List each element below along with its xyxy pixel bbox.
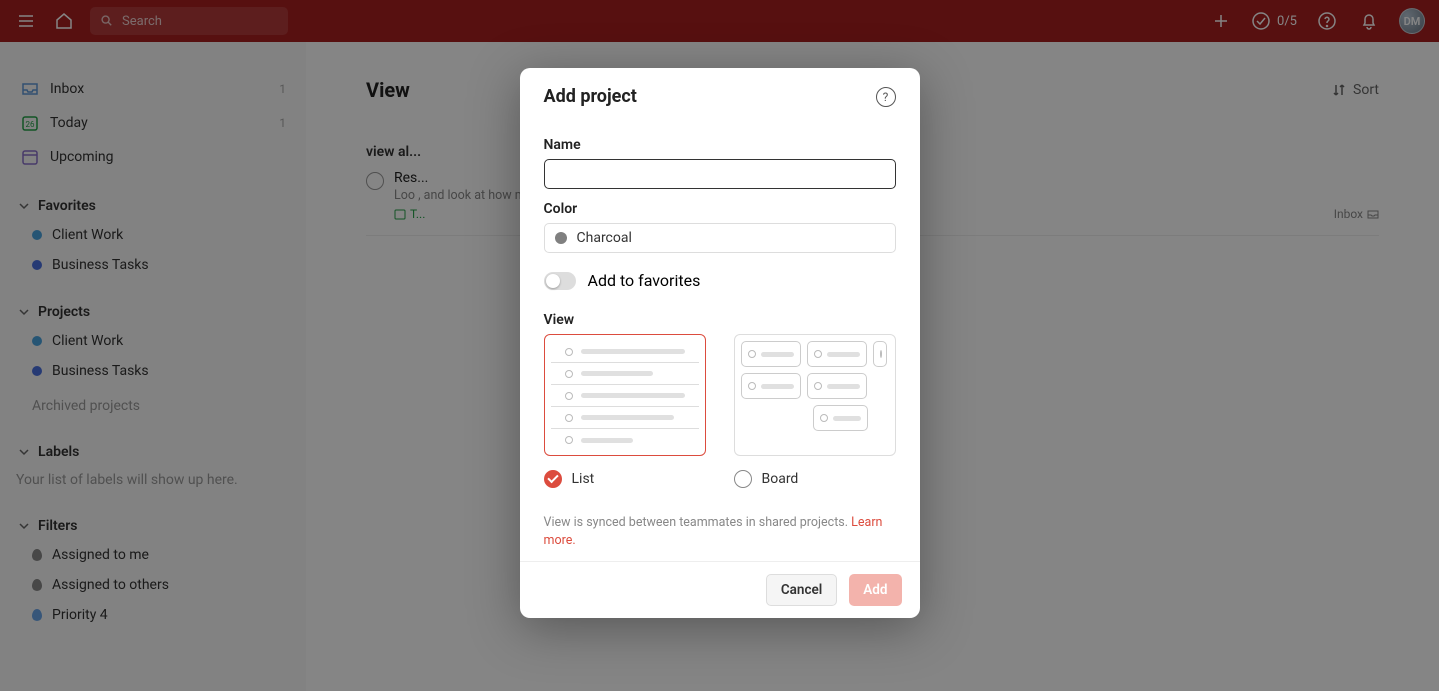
- sync-note: View is synced between teammates in shar…: [544, 514, 896, 549]
- project-name-input[interactable]: [544, 159, 896, 189]
- favorites-toggle[interactable]: [544, 272, 576, 290]
- view-field-label: View: [544, 312, 896, 328]
- view-option-list[interactable]: List: [544, 334, 706, 488]
- project-color-select[interactable]: Charcoal: [544, 223, 896, 253]
- add-button[interactable]: Add: [849, 574, 901, 606]
- view-option-board[interactable]: Board: [734, 334, 896, 488]
- color-swatch: [555, 232, 567, 244]
- add-project-modal: Add project ? Name Color Charcoal Add to…: [520, 68, 920, 618]
- cancel-button[interactable]: Cancel: [766, 574, 837, 606]
- list-preview: [544, 334, 706, 456]
- modal-title: Add project: [544, 86, 637, 107]
- list-radio[interactable]: [544, 470, 562, 488]
- favorites-toggle-label: Add to favorites: [588, 271, 701, 290]
- color-field-label: Color: [544, 201, 896, 217]
- board-radio[interactable]: [734, 470, 752, 488]
- board-preview: [734, 334, 896, 456]
- color-value-text: Charcoal: [577, 230, 632, 246]
- name-field-label: Name: [544, 137, 896, 153]
- modal-help-icon[interactable]: ?: [876, 87, 896, 107]
